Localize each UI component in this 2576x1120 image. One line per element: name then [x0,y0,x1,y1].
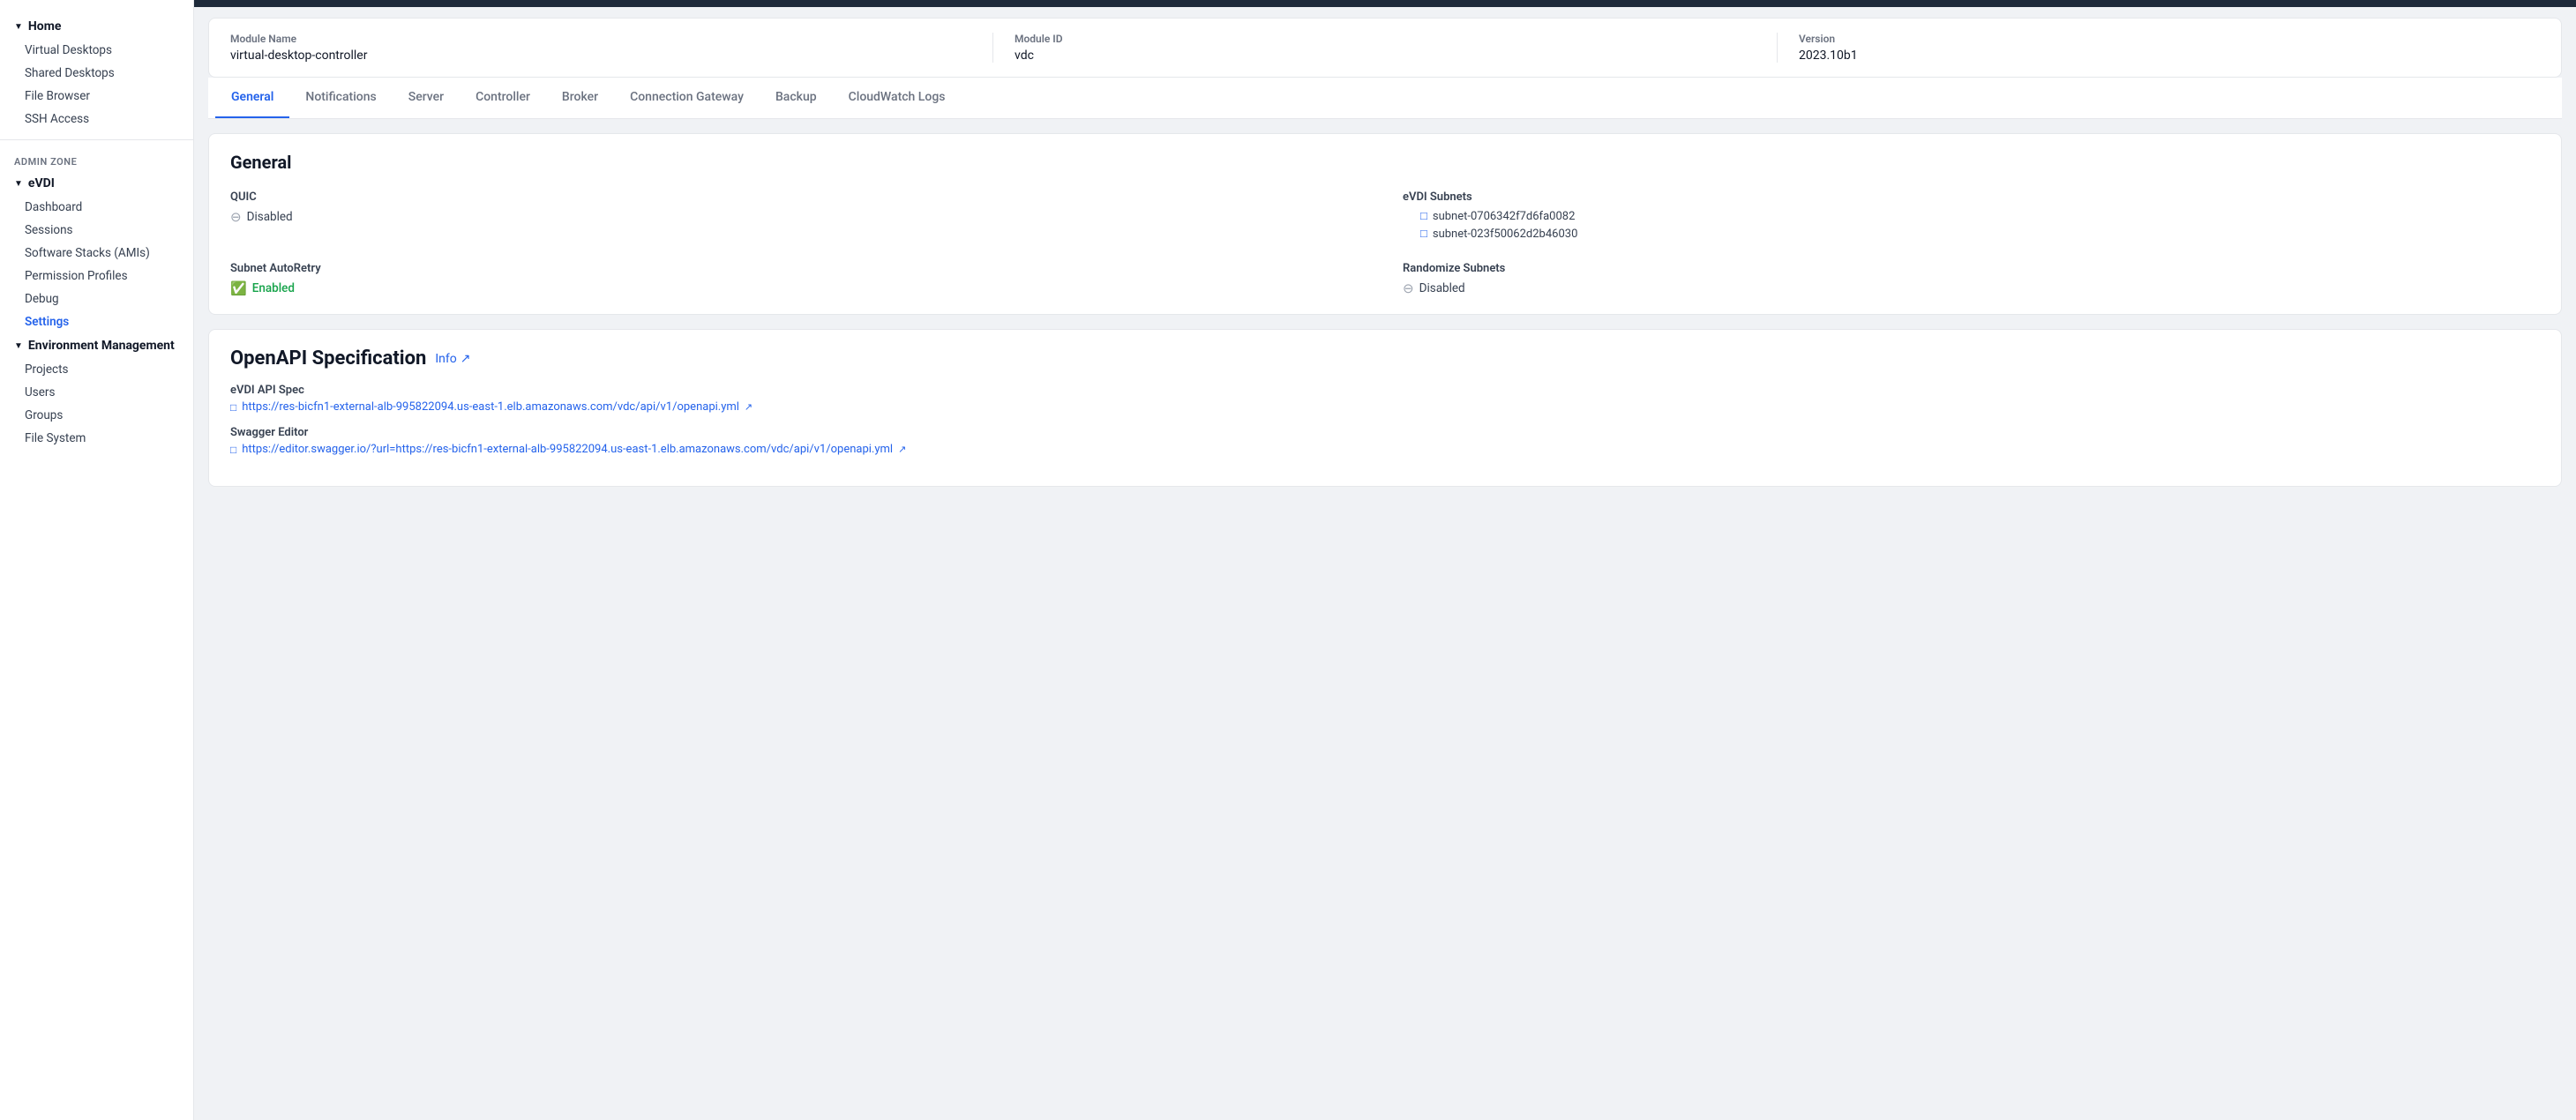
randomize-subnets-disabled-icon: ⊖ [1403,280,1414,296]
tab-server[interactable]: Server [393,78,460,118]
sidebar-item-software-stacks[interactable]: Software Stacks (AMIs) [0,242,193,265]
tab-backup[interactable]: Backup [760,78,833,118]
module-info-card: Module Name virtual-desktop-controller M… [208,18,2562,78]
quic-setting: QUIC ⊖ Disabled [230,190,1367,244]
subnet-value-0: subnet-0706342f7d6fa0082 [1433,210,1576,223]
sidebar-env-mgmt-group[interactable]: ▼ Environment Management [0,333,193,358]
tab-controller[interactable]: Controller [460,78,546,118]
randomize-subnets-setting: Randomize Subnets ⊖ Disabled [1403,262,2540,296]
openapi-info-link[interactable]: Info ↗ [435,352,470,366]
external-link-icon: ↗ [461,352,471,366]
subnet-item-1: □ subnet-023f50062d2b46030 [1420,227,2540,241]
sidebar-item-debug[interactable]: Debug [0,287,193,310]
general-section-card: General QUIC ⊖ Disabled eVDI Subnets □ [208,133,2562,315]
openapi-info-label: Info [435,352,456,366]
subnet-autoretry-setting: Subnet AutoRetry ✅ Enabled [230,262,1367,296]
evdi-api-spec-link[interactable]: □ https://res-bicfn1-external-alb-995822… [230,400,2540,414]
sidebar-item-permission-profiles[interactable]: Permission Profiles [0,265,193,287]
sidebar-item-ssh-access[interactable]: SSH Access [0,108,193,131]
sidebar-item-file-system[interactable]: File System [0,427,193,450]
module-version-value: 2023.10b1 [1799,49,2540,63]
general-section-title: General [230,152,2540,173]
tab-connection-gateway[interactable]: Connection Gateway [614,78,760,118]
sidebar-home-label: Home [28,19,61,34]
general-settings-grid: QUIC ⊖ Disabled eVDI Subnets □ subnet-07… [230,190,2540,296]
tab-cloudwatch-logs[interactable]: CloudWatch Logs [833,78,962,118]
module-name-field: Module Name virtual-desktop-controller [230,33,993,63]
sidebar-item-projects[interactable]: Projects [0,358,193,381]
quic-status-text: Disabled [247,210,293,224]
sidebar: ▼ Home Virtual Desktops Shared Desktops … [0,0,194,1120]
sidebar-item-file-browser[interactable]: File Browser [0,85,193,108]
evdi-subnets-setting: eVDI Subnets □ subnet-0706342f7d6fa0082 … [1403,190,2540,244]
module-id-field: Module ID vdc [1015,33,1778,63]
sidebar-item-settings[interactable]: Settings [0,310,193,333]
home-arrow-icon: ▼ [14,22,23,32]
evdi-api-spec-label: eVDI API Spec [230,384,2540,397]
sidebar-divider-1 [0,139,193,140]
tab-general[interactable]: General [215,78,289,118]
randomize-subnets-label: Randomize Subnets [1403,262,2540,275]
openapi-title: OpenAPI Specification Info ↗ [230,347,2540,370]
subnet-autoretry-status-text: Enabled [252,281,295,295]
sidebar-item-virtual-desktops[interactable]: Virtual Desktops [0,39,193,62]
swagger-editor-link[interactable]: □ https://editor.swagger.io/?url=https:/… [230,443,2540,456]
subnet-icon-0: □ [1420,209,1427,223]
subnet-item-0: □ subnet-0706342f7d6fa0082 [1420,209,2540,223]
sidebar-home-group[interactable]: ▼ Home [0,14,193,39]
subnet-value-1: subnet-023f50062d2b46030 [1433,228,1578,241]
subnet-autoretry-label: Subnet AutoRetry [230,262,1367,275]
sidebar-item-sessions[interactable]: Sessions [0,219,193,242]
quic-disabled-icon: ⊖ [230,209,242,225]
sidebar-item-shared-desktops[interactable]: Shared Desktops [0,62,193,85]
swagger-editor-section: Swagger Editor □ https://editor.swagger.… [230,426,2540,456]
sidebar-env-mgmt-label: Environment Management [28,339,175,353]
module-version-label: Version [1799,33,2540,45]
randomize-subnets-value: ⊖ Disabled [1403,280,2540,296]
external-icon-api: ↗ [745,401,753,413]
quic-label: QUIC [230,190,1367,204]
link-icon-swagger: □ [230,444,236,456]
sidebar-evdi-label: eVDI [28,176,55,190]
subnet-autoretry-enabled-icon: ✅ [230,280,247,296]
evdi-arrow-icon: ▼ [14,179,23,189]
subnet-icon-1: □ [1420,227,1427,241]
tab-broker[interactable]: Broker [546,78,614,118]
top-bar [194,0,2576,7]
module-version-field: Version 2023.10b1 [1799,33,2540,63]
module-id-value: vdc [1015,49,1756,63]
module-name-value: virtual-desktop-controller [230,49,971,63]
sidebar-item-dashboard[interactable]: Dashboard [0,196,193,219]
subnet-autoretry-value: ✅ Enabled [230,280,1367,296]
sidebar-evdi-group[interactable]: ▼ eVDI [0,171,193,196]
subnets-list: □ subnet-0706342f7d6fa0082 □ subnet-023f… [1403,209,2540,241]
external-icon-swagger: ↗ [898,444,906,455]
sidebar-item-users[interactable]: Users [0,381,193,404]
evdi-api-spec-section: eVDI API Spec □ https://res-bicfn1-exter… [230,384,2540,414]
content-area: General QUIC ⊖ Disabled eVDI Subnets □ [194,119,2576,515]
evdi-api-spec-url: https://res-bicfn1-external-alb-99582209… [242,400,739,414]
admin-zone-header: ADMIN ZONE [0,149,193,171]
swagger-editor-url: https://editor.swagger.io/?url=https://r… [242,443,893,456]
quic-value: ⊖ Disabled [230,209,1367,225]
swagger-editor-label: Swagger Editor [230,426,2540,439]
tab-notifications[interactable]: Notifications [289,78,392,118]
module-name-label: Module Name [230,33,971,45]
evdi-subnets-label: eVDI Subnets [1403,190,2540,204]
link-icon-api: □ [230,401,236,414]
env-arrow-icon: ▼ [14,341,23,351]
openapi-title-text: OpenAPI Specification [230,347,426,370]
openapi-section-card: OpenAPI Specification Info ↗ eVDI API Sp… [208,329,2562,487]
randomize-subnets-status-text: Disabled [1419,281,1465,295]
tabs-bar: General Notifications Server Controller … [208,78,2562,119]
main-content: Module Name virtual-desktop-controller M… [194,0,2576,1120]
sidebar-item-groups[interactable]: Groups [0,404,193,427]
module-id-label: Module ID [1015,33,1756,45]
